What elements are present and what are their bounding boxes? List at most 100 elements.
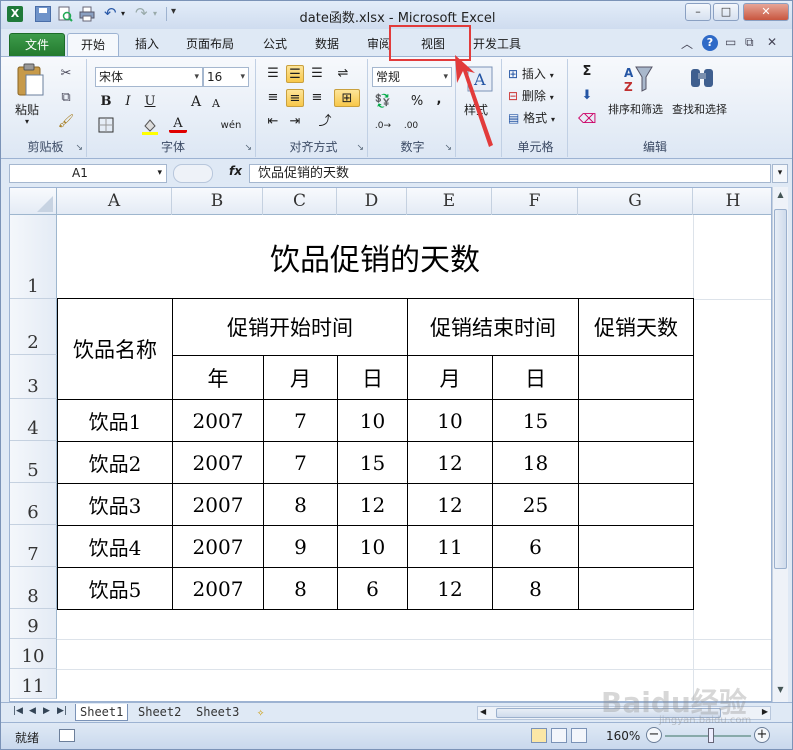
cell-end-month[interactable]: 12 <box>407 483 493 526</box>
cell-days[interactable] <box>578 525 694 568</box>
cell-start-month[interactable]: 9 <box>263 525 338 568</box>
cell-year[interactable]: 2007 <box>172 567 264 610</box>
column-header-h[interactable]: H <box>693 188 771 215</box>
zoom-in-button[interactable]: + <box>754 727 770 743</box>
next-sheet-icon[interactable]: ▶ <box>43 706 50 716</box>
find-select-icon[interactable] <box>686 63 718 95</box>
macro-record-icon[interactable] <box>59 729 75 742</box>
formula-input[interactable]: 饮品促销的天数 <box>249 164 771 183</box>
italic-button[interactable]: I <box>119 93 137 111</box>
tab-file[interactable]: 文件 <box>9 33 65 57</box>
paste-icon[interactable] <box>15 63 45 99</box>
insert-function-button[interactable]: fx <box>229 164 242 178</box>
merge-center-icon[interactable]: ⊞ <box>334 89 360 107</box>
cell-year[interactable]: 2007 <box>172 399 264 442</box>
number-format-select[interactable]: 常规 ▾ <box>372 67 452 87</box>
cell-name[interactable]: 饮品4 <box>57 525 173 568</box>
tab-formulas[interactable]: 公式 <box>257 33 293 57</box>
cell-end-day[interactable]: 18 <box>492 441 579 484</box>
align-right-icon[interactable]: ≡ <box>308 89 326 107</box>
scroll-right-icon[interactable]: ▶ <box>762 707 768 716</box>
zoom-level[interactable]: 160% <box>606 729 640 743</box>
row-header-1[interactable]: 1 <box>10 215 57 299</box>
last-sheet-icon[interactable]: ▶| <box>57 706 67 716</box>
cell-year[interactable]: 2007 <box>172 525 264 568</box>
header-day-start[interactable]: 日 <box>337 355 408 400</box>
bold-button[interactable]: B <box>97 93 115 111</box>
formula-bar-splitter[interactable] <box>173 164 213 183</box>
delete-cells-button[interactable]: ⊟ 删除 ▾ <box>508 87 554 104</box>
cell-start-day[interactable]: 6 <box>337 567 408 610</box>
cell-name[interactable]: 饮品2 <box>57 441 173 484</box>
header-month-end[interactable]: 月 <box>407 355 493 400</box>
underline-button[interactable]: U <box>141 93 159 111</box>
fill-icon[interactable]: ⬇ <box>578 87 596 105</box>
column-header-e[interactable]: E <box>407 188 492 215</box>
column-header-b[interactable]: B <box>172 188 263 215</box>
cell-start-day[interactable]: 15 <box>337 441 408 484</box>
row-header-2[interactable]: 2 <box>10 299 57 355</box>
normal-view-icon[interactable] <box>531 728 547 743</box>
cell-year[interactable]: 2007 <box>172 441 264 484</box>
borders-icon[interactable] <box>97 117 115 135</box>
wrap-text-icon[interactable]: ⇌ <box>334 65 352 83</box>
help-icon[interactable]: ? <box>702 35 718 51</box>
column-header-a[interactable]: A <box>57 188 172 215</box>
column-header-g[interactable]: G <box>578 188 693 215</box>
row-header-9[interactable]: 9 <box>10 609 57 639</box>
tab-data[interactable]: 数据 <box>309 33 345 57</box>
cell-end-day[interactable]: 8 <box>492 567 579 610</box>
cell-end-month[interactable]: 12 <box>407 441 493 484</box>
cell-days[interactable] <box>578 483 694 526</box>
cell-days[interactable] <box>578 441 694 484</box>
phonetic-button[interactable]: wén <box>217 117 245 135</box>
cell-start-month[interactable]: 7 <box>263 441 338 484</box>
row-header-5[interactable]: 5 <box>10 441 57 483</box>
close-button[interactable]: ✕ <box>743 3 789 21</box>
currency-icon[interactable]: 💱 <box>374 93 392 111</box>
decrease-indent-icon[interactable]: ⇤ <box>264 113 282 131</box>
cell-start-month[interactable]: 7 <box>263 399 338 442</box>
paste-button[interactable]: 粘贴 <box>15 101 39 118</box>
scroll-down-icon[interactable]: ▼ <box>774 685 787 699</box>
page-break-view-icon[interactable] <box>571 728 587 743</box>
cell-start-day[interactable]: 10 <box>337 399 408 442</box>
row-header-4[interactable]: 4 <box>10 399 57 441</box>
new-sheet-icon[interactable]: ✧ <box>253 704 268 721</box>
font-launcher-icon[interactable]: ↘ <box>244 143 252 153</box>
row-header-8[interactable]: 8 <box>10 567 57 609</box>
first-sheet-icon[interactable]: |◀ <box>13 706 23 716</box>
styles-icon[interactable]: A <box>466 63 494 95</box>
tab-page-layout[interactable]: 页面布局 <box>179 33 241 57</box>
increase-indent-icon[interactable]: ⇥ <box>286 113 304 131</box>
align-center-icon[interactable]: ≡ <box>286 89 304 107</box>
page-layout-view-icon[interactable] <box>551 728 567 743</box>
clear-icon[interactable]: ⌫ <box>578 111 596 129</box>
grow-font-button[interactable]: A <box>187 93 205 111</box>
sheet-tab-1[interactable]: Sheet1 <box>75 704 129 721</box>
shrink-font-button[interactable]: A <box>207 95 225 113</box>
cell-name[interactable]: 饮品3 <box>57 483 173 526</box>
select-all-button[interactable] <box>10 188 57 215</box>
doc-close-icon[interactable]: ✕ <box>767 35 777 49</box>
row-header-6[interactable]: 6 <box>10 483 57 525</box>
cell-end-day[interactable]: 25 <box>492 483 579 526</box>
tab-developer[interactable]: 开发工具 <box>467 33 527 57</box>
find-select-button[interactable]: 查找和选择 <box>672 101 727 117</box>
styles-button[interactable]: 样式 <box>464 101 488 118</box>
align-left-icon[interactable]: ≡ <box>264 89 282 107</box>
column-header-d[interactable]: D <box>337 188 407 215</box>
paste-dropdown-icon[interactable]: ▾ <box>25 117 29 126</box>
row-header-10[interactable]: 10 <box>10 639 57 669</box>
minimize-button[interactable]: – <box>685 3 711 21</box>
doc-restore-icon[interactable]: ⧉ <box>745 35 754 50</box>
cell-end-day[interactable]: 15 <box>492 399 579 442</box>
vertical-scroll-thumb[interactable] <box>774 209 787 569</box>
tab-home[interactable]: 开始 <box>67 33 119 58</box>
cell-start-day[interactable]: 12 <box>337 483 408 526</box>
fill-color-icon[interactable] <box>141 117 159 135</box>
zoom-slider-handle[interactable] <box>708 728 714 743</box>
header-days-blank[interactable] <box>578 355 694 400</box>
row-header-11[interactable]: 11 <box>10 669 57 699</box>
insert-cells-button[interactable]: ⊞ 插入 ▾ <box>508 65 554 82</box>
